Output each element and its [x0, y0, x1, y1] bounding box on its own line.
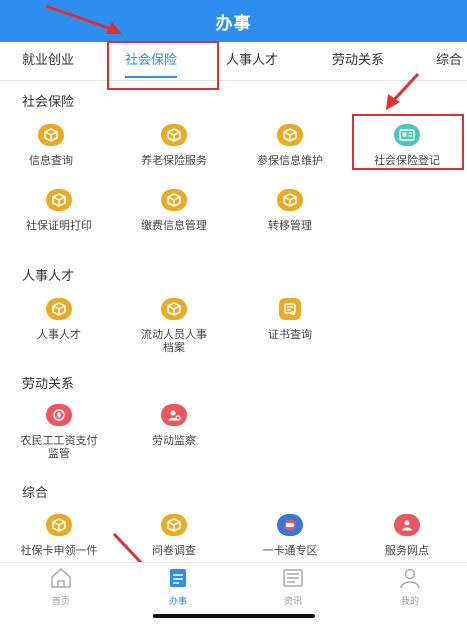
grid-item-certificate-query[interactable]: 证书查询	[235, 298, 345, 341]
tasks-icon	[170, 569, 186, 587]
bottom-nav: 首页 办事 资讯 我的	[0, 562, 467, 609]
cube-icon	[46, 514, 72, 536]
card-icon	[277, 514, 303, 536]
home-indicator	[153, 614, 315, 618]
nav-profile[interactable]: 我的	[380, 567, 440, 607]
red-arrow-icon	[386, 72, 420, 110]
section-title-personnel-talent: 人事人才	[22, 269, 75, 284]
grid-item-labor-inspection[interactable]: 劳动监察	[119, 404, 229, 447]
grid-item-label: 证书查询	[268, 328, 312, 341]
nav-tasks[interactable]: 办事	[148, 567, 208, 607]
certificate-icon	[279, 298, 301, 320]
grid-item-label: 农民工工资支付 监管	[20, 434, 98, 460]
grid-item-label: 一卡通专区	[262, 544, 318, 557]
grid-item-transfer-management[interactable]: 转移管理	[235, 189, 345, 232]
tab-employment[interactable]: 就业创业	[22, 42, 74, 80]
grid-item-label: 劳动监察	[152, 434, 196, 447]
grid-item-label: 缴费信息管理	[141, 219, 207, 232]
grid-item-enrollment-info-maintenance[interactable]: 参保信息维护	[235, 124, 345, 167]
highlight-box-registration	[352, 114, 464, 170]
grid-item-label: 服务网点	[385, 544, 429, 557]
tab-comprehensive[interactable]: 综合	[436, 42, 462, 80]
cube-icon	[161, 514, 187, 536]
grid-item-service-outlets[interactable]: 服务网点	[352, 514, 462, 557]
section-title-labor-relations: 劳动关系	[22, 377, 75, 392]
grid-item-info-query[interactable]: 信息查询	[0, 124, 106, 167]
section-title-social-insurance: 社会保险	[22, 95, 75, 110]
cube-icon	[161, 189, 187, 211]
section-title-comprehensive: 综合	[22, 486, 49, 501]
location-pin-icon	[394, 514, 420, 536]
tab-labor-relations[interactable]: 劳动关系	[332, 42, 384, 80]
nav-news[interactable]: 资讯	[263, 567, 323, 607]
cube-icon	[161, 298, 187, 320]
user-icon	[400, 568, 420, 589]
grid-item-personnel-talent[interactable]: 人事人才	[4, 298, 114, 341]
cube-icon	[277, 124, 303, 146]
cube-icon	[38, 124, 64, 146]
cube-icon	[161, 124, 187, 146]
grid-item-pension-service[interactable]: 养老保险服务	[119, 124, 229, 167]
grid-item-label: 社保卡申领一件	[20, 544, 98, 557]
grid-item-label: 参保信息维护	[257, 154, 323, 167]
nav-home[interactable]: 首页	[31, 567, 91, 607]
grid-item-label: 流动人员人事 档案	[141, 328, 207, 354]
tab-personnel-talent[interactable]: 人事人才	[226, 42, 278, 80]
cube-icon	[277, 189, 303, 211]
grid-item-social-card-application[interactable]: 社保卡申领一件	[4, 514, 114, 557]
grid-item-label: 人事人才	[37, 328, 81, 341]
grid-item-payment-info-management[interactable]: 缴费信息管理	[119, 189, 229, 232]
grid-item-migrant-wage-supervision[interactable]: 农民工工资支付 监管	[4, 404, 114, 460]
grid-item-mobile-personnel-archive[interactable]: 流动人员人事 档案	[119, 298, 229, 354]
grid-item-label: 社保证明打印	[26, 219, 92, 232]
wage-icon	[46, 404, 72, 426]
cube-icon	[46, 189, 72, 211]
grid-item-label: 转移管理	[268, 219, 312, 232]
inspector-icon	[161, 404, 187, 426]
grid-item-label: 养老保险服务	[141, 154, 207, 167]
grid-item-label: 信息查询	[29, 154, 73, 167]
page-title: 办事	[215, 13, 252, 34]
grid-item-certificate-print[interactable]: 社保证明打印	[4, 189, 114, 232]
red-arrow-icon	[45, 4, 122, 34]
home-icon	[51, 567, 71, 588]
news-icon	[283, 569, 303, 587]
highlight-box-tab	[107, 41, 219, 90]
cube-icon	[46, 298, 72, 320]
grid-item-one-card-zone[interactable]: 一卡通专区	[235, 514, 345, 557]
